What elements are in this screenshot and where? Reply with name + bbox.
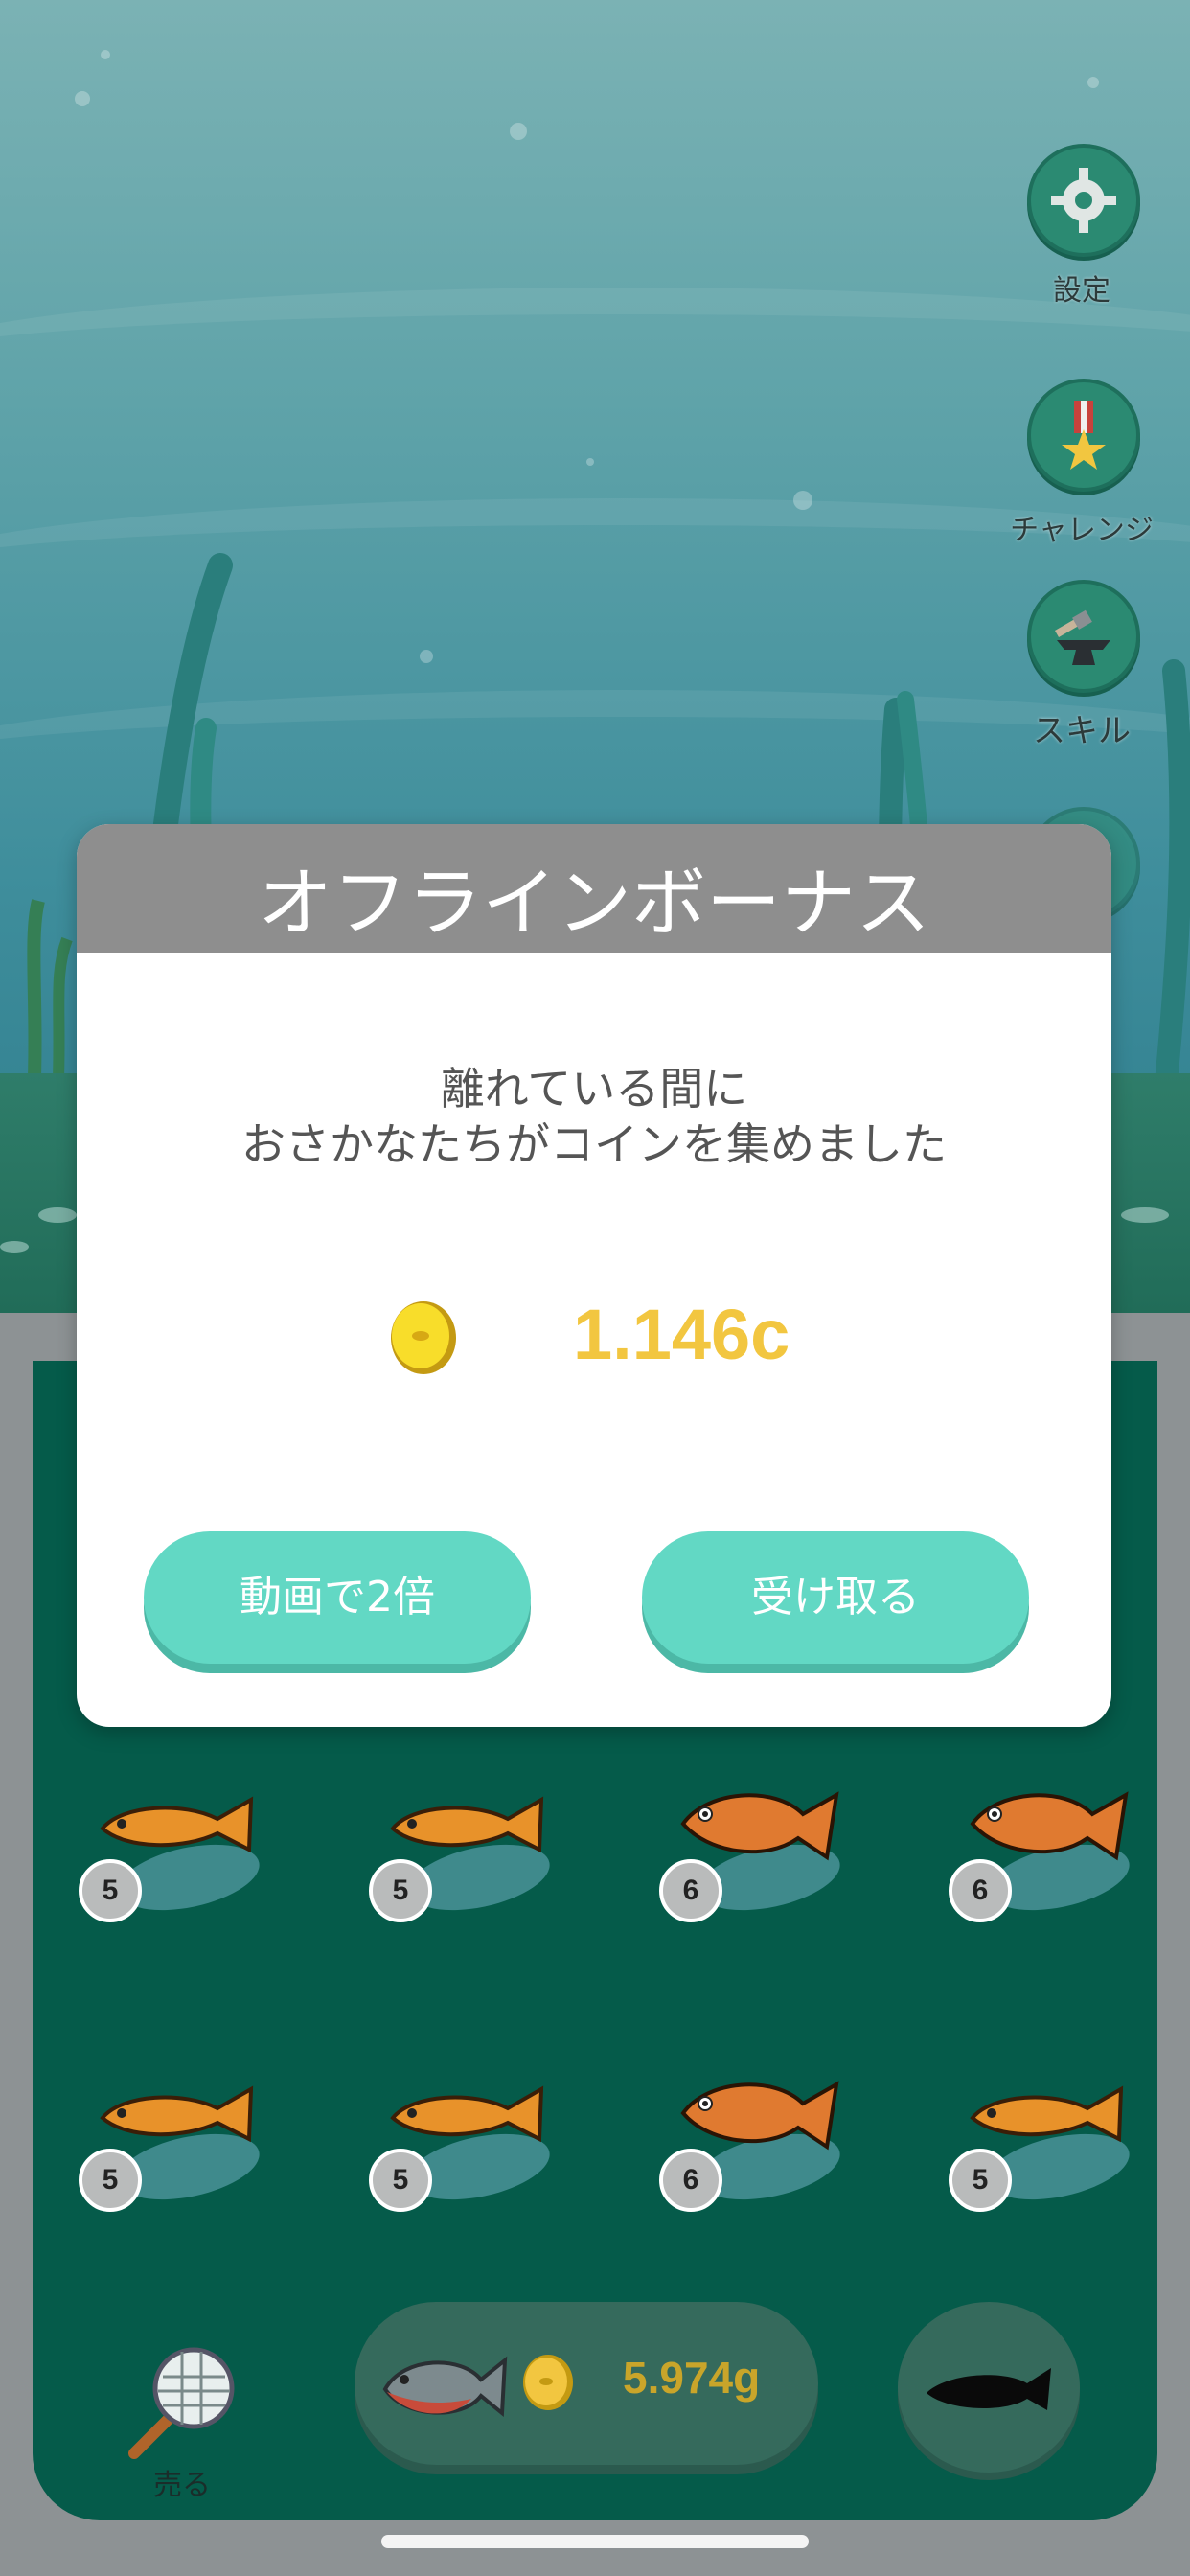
challenge-button[interactable] — [1027, 379, 1140, 492]
home-indicator — [381, 2535, 809, 2548]
dialog-title: オフラインボーナス — [257, 861, 930, 947]
fish-level-badge: 6 — [659, 2149, 722, 2212]
fish-slot[interactable]: 5 — [369, 2070, 561, 2233]
buy-price: 5.974g — [623, 2353, 761, 2403]
double-reward-video-button[interactable]: 動画で2倍 — [144, 1531, 531, 1664]
molly-fish-icon — [100, 1796, 254, 1853]
dialog-message-line1: 離れている間に — [440, 1063, 748, 1115]
molly-fish-icon — [390, 1796, 544, 1853]
fish-slot[interactable]: 6 — [659, 2070, 851, 2233]
fish-slot[interactable]: 5 — [949, 2070, 1140, 2233]
coin-icon — [523, 2355, 573, 2410]
reward-amount: 1.146c — [573, 1295, 790, 1374]
fish-slot[interactable]: 6 — [949, 1781, 1140, 1944]
fish-level-badge: 5 — [79, 1859, 142, 1922]
sell-label: 売る — [153, 2469, 211, 2502]
fish-level-badge: 6 — [949, 1859, 1012, 1922]
rock — [38, 1208, 77, 1223]
buy-fish-button[interactable]: 5.974g — [355, 2302, 818, 2465]
game-scene: 設定 チャレンジ スキル 5 5 6 6 5 5 6 5 売る 5.974g オ… — [0, 0, 1190, 2576]
molly-fish-icon — [390, 2085, 544, 2143]
receive-button[interactable]: 受け取る — [642, 1531, 1029, 1664]
rock — [1121, 1208, 1169, 1223]
fishing-net-icon — [128, 2347, 235, 2459]
fish-silhouette-icon — [927, 2368, 1051, 2410]
settings-button[interactable] — [1027, 144, 1140, 257]
settings-label: 設定 — [1053, 274, 1110, 308]
skill-label: スキル — [1033, 712, 1131, 750]
skill-button[interactable] — [1027, 580, 1140, 693]
fish-level-badge: 5 — [949, 2149, 1012, 2212]
medal-icon — [1062, 401, 1106, 470]
molly-fish-icon — [100, 2085, 254, 2143]
gear-icon — [1051, 168, 1116, 233]
fish-slot[interactable]: 6 — [659, 1781, 851, 1944]
molly-fish-icon — [970, 2085, 1124, 2143]
rock — [0, 1241, 29, 1253]
anvil-icon — [1055, 610, 1110, 665]
fish-slot[interactable]: 5 — [79, 1781, 270, 1944]
coin-icon — [391, 1301, 456, 1374]
piranha-icon — [382, 2356, 508, 2418]
sell-button[interactable]: 売る — [115, 2338, 249, 2502]
fish-slot[interactable]: 5 — [79, 2070, 270, 2233]
dialog-header: オフラインボーナス — [77, 824, 1111, 953]
fish-level-badge: 5 — [369, 1859, 432, 1922]
fish-level-badge: 6 — [659, 1859, 722, 1922]
challenge-label: チャレンジ — [1010, 514, 1154, 547]
fish-level-badge: 5 — [79, 2149, 142, 2212]
offline-bonus-dialog: オフラインボーナス 離れている間に おさかなたちがコインを集めました 1.146… — [77, 824, 1111, 1727]
fish-slot[interactable]: 5 — [369, 1781, 561, 1944]
fish-level-badge: 5 — [369, 2149, 432, 2212]
dialog-message-line2: おさかなたちがコインを集めました — [241, 1118, 947, 1170]
fish-shop-button[interactable] — [898, 2302, 1080, 2472]
